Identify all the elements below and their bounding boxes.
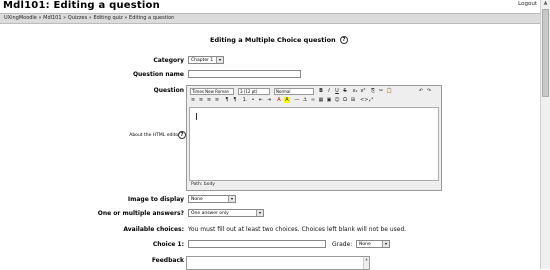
chevron-down-icon: ▾ [216,57,223,63]
fullscreen-icon[interactable]: ⤢ [368,97,374,103]
html-source-icon[interactable]: <> [360,97,368,103]
grade-value: None [359,242,371,247]
breadcrumb[interactable]: UXingMoodle » Mdl101 » Quizzes » Editing… [4,15,174,21]
link-icon[interactable]: ∞ [310,97,316,103]
feedback-label: Feedback [151,257,184,264]
font-select[interactable]: Times New Roman [190,88,234,95]
editor-help-icon[interactable]: ? [178,131,186,139]
category-value: Chapter 1 [191,58,214,63]
strikethrough-icon[interactable]: S [342,88,348,94]
available-choices-text: You must fill out at least two choices. … [188,226,407,233]
text-color-icon[interactable]: A [276,97,282,103]
available-choices-label: Available choices: [123,226,184,233]
logout-link[interactable]: Logout [518,1,537,7]
table-icon[interactable]: ▣ [326,97,332,103]
align-left-icon[interactable]: ≡ [190,97,196,103]
indent-icon[interactable]: ⇥ [266,97,272,103]
underline-icon[interactable]: U [334,88,340,94]
help-icon[interactable]: ? [339,36,348,44]
form-title-text: Editing a Multiple Choice question [210,36,336,44]
html-editor: Times New Roman 3 (12 pt) Normal B I U S… [186,85,442,191]
question-label: Question [153,87,184,94]
ltr-icon[interactable]: ¶ [224,97,230,103]
answers-select[interactable]: One answer only ▾ [188,209,264,217]
align-center-icon[interactable]: ≡ [198,97,204,103]
justify-icon[interactable]: ≡ [214,97,220,103]
editor-toolbar-row-1: Times New Roman 3 (12 pt) Normal B I U S… [188,87,440,96]
answers-value: One answer only [191,211,229,216]
page-title: Mdl101: Editing a question [3,0,160,11]
page-scrollbar[interactable]: ▲ [540,0,550,269]
unordered-list-icon[interactable]: • [250,97,256,103]
image-icon[interactable]: ▦ [318,97,324,103]
smiley-icon[interactable]: ☺ [334,97,340,103]
rtl-icon[interactable]: ¶ [232,97,238,103]
answers-label: One or multiple answers? [97,210,184,217]
outdent-icon[interactable]: ⇤ [258,97,264,103]
cut-icon[interactable]: ✂ [378,88,384,94]
image-select[interactable]: None ▾ [188,195,236,203]
html-editor-help-label: About the HTML editor [129,133,180,138]
chevron-down-icon: ▾ [228,196,235,202]
horizontal-rule-icon[interactable]: — [294,97,300,103]
style-select[interactable]: Normal [274,88,314,95]
chevron-down-icon: ▾ [382,241,389,247]
copy-icon[interactable]: ⎘ [370,88,376,94]
choice1-label: Choice 1: [152,241,184,248]
scroll-up-icon[interactable]: ▲ [542,0,549,8]
chevron-down-icon: ▾ [256,210,263,216]
grade-label: Grade: [332,241,353,248]
textarea-scrollbar[interactable]: ▲ [363,257,369,269]
image-label: Image to display [127,196,184,203]
editor-toolbar-row-2: ≡ ≡ ≡ ≡ ¶ ¶ 1. • ⇤ ⇥ A A — ⚓ ∞ ▦ ▣ ☺ Ω ⊞… [188,96,440,105]
undo-icon[interactable]: ↶ [418,88,424,94]
question-name-input[interactable] [188,70,301,78]
ordered-list-icon[interactable]: 1. [242,97,248,103]
size-select[interactable]: 3 (12 pt) [238,88,270,95]
scroll-thumb[interactable] [542,9,549,97]
text-caret [196,113,197,120]
grade-select[interactable]: None ▾ [356,240,390,248]
form-title: Editing a Multiple Choice question ? [210,36,348,44]
feedback-textarea[interactable]: ▲ [186,256,370,270]
special-char-icon[interactable]: Ω [342,97,348,103]
editor-path-bar: Path: body [191,182,215,187]
italic-icon[interactable]: I [326,88,332,94]
redo-icon[interactable]: ↷ [426,88,432,94]
align-right-icon[interactable]: ≡ [206,97,212,103]
paste-icon[interactable]: 📋 [386,88,392,94]
search-replace-icon[interactable]: ⊞ [350,97,356,103]
category-select[interactable]: Chapter 1 ▾ [188,56,224,64]
image-value: None [191,197,203,202]
subscript-icon[interactable]: x₂ [352,88,358,94]
page-header: Mdl101: Editing a question Logout [0,0,550,13]
category-label: Category [153,57,184,64]
background-color-icon[interactable]: A [284,97,290,103]
question-name-label: Question name [132,71,184,78]
choice1-input[interactable] [188,240,326,248]
bold-icon[interactable]: B [318,88,324,94]
navbar: UXingMoodle » Mdl101 » Quizzes » Editing… [0,13,541,24]
superscript-icon[interactable]: x² [360,88,366,94]
anchor-icon[interactable]: ⚓ [302,97,308,103]
editor-text-area[interactable] [189,107,439,181]
